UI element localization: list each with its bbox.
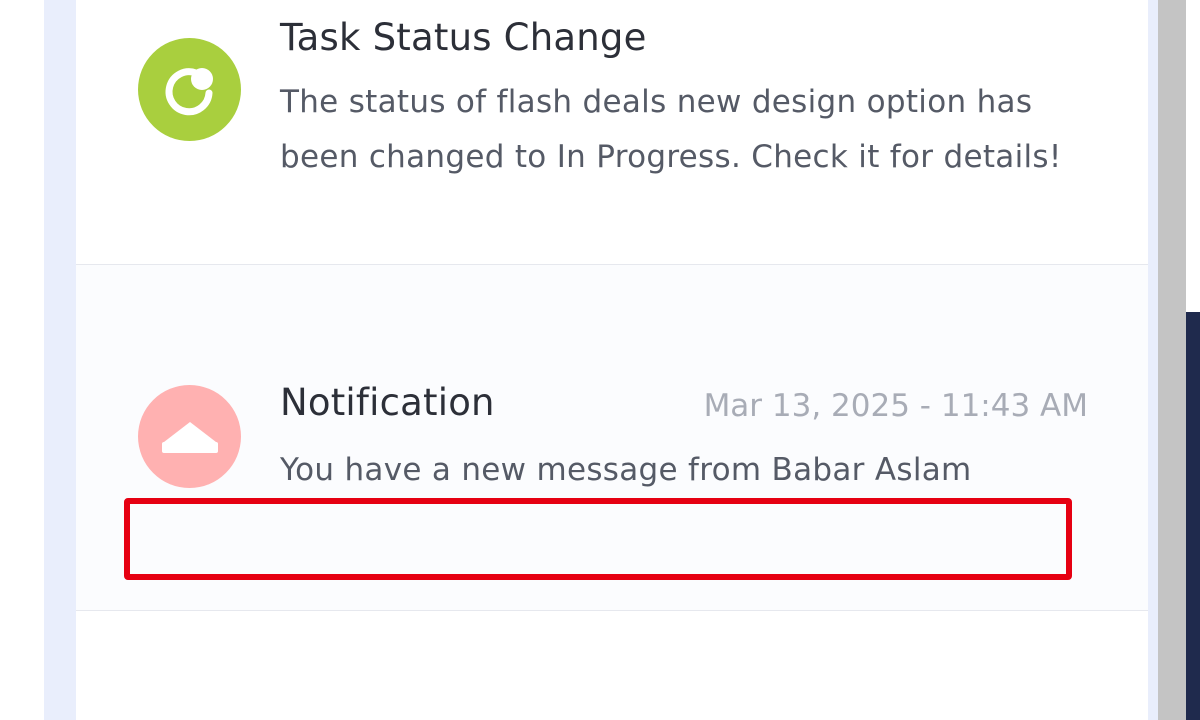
notification-title: Notification <box>280 381 495 424</box>
notification-timestamp: Mar 13, 2025 - 11:43 AM <box>703 388 1088 424</box>
notification-body: The status of flash deals new design opt… <box>280 84 1062 175</box>
notification-body: You have a new message from Babar Aslam <box>280 452 972 488</box>
background-edge-dark <box>1186 312 1200 720</box>
inbox-icon <box>162 422 218 453</box>
notification-item[interactable]: Task Status Change The status of flash d… <box>76 0 1148 265</box>
background-strip <box>0 0 44 720</box>
notification-avatar <box>138 385 241 488</box>
panel-frame-right <box>1148 0 1158 720</box>
background-edge <box>1186 0 1200 312</box>
highlight-annotation-box <box>124 498 1072 580</box>
status-change-icon <box>165 68 213 116</box>
notification-title: Task Status Change <box>280 16 647 59</box>
notification-avatar <box>138 38 241 141</box>
notification-panel: Task Status Change The status of flash d… <box>76 0 1148 720</box>
scrollbar[interactable] <box>1158 0 1186 720</box>
panel-frame-left <box>44 0 76 720</box>
